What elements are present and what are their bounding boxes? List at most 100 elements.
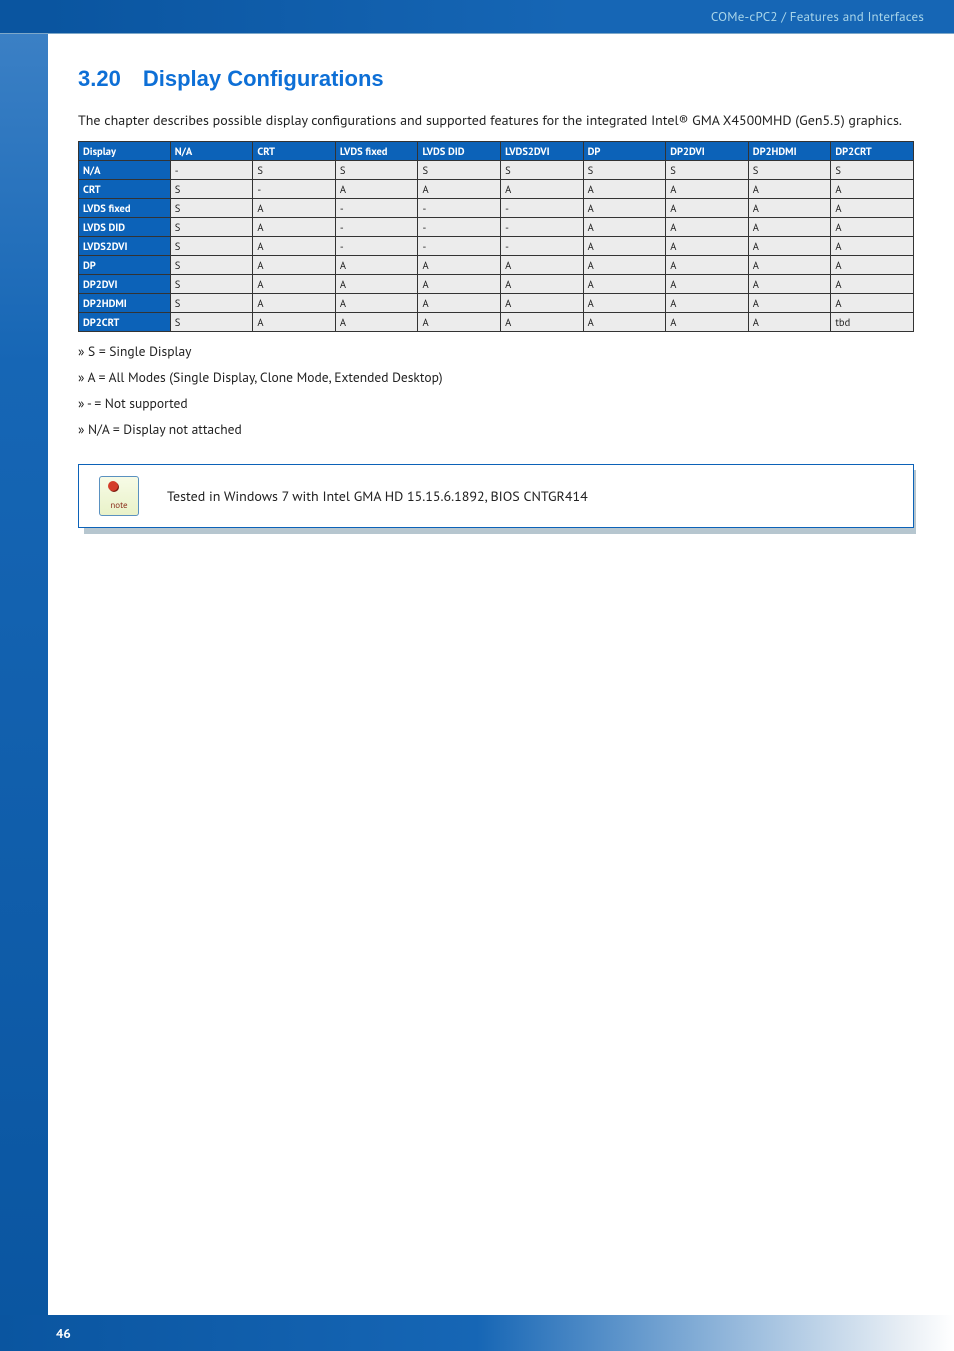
table-cell: - xyxy=(418,237,501,256)
breadcrumb: COMe-cPC2 / Features and Interfaces xyxy=(711,0,924,34)
col-dp2dvi: DP2DVI xyxy=(666,142,749,161)
table-cell: A xyxy=(831,275,914,294)
table-cell: A xyxy=(748,218,831,237)
col-dp2hdmi: DP2HDMI xyxy=(748,142,831,161)
table-cell: A xyxy=(253,275,336,294)
left-accent-band xyxy=(0,34,48,1351)
col-lvds2dvi: LVDS2DVI xyxy=(501,142,584,161)
table-cell: A xyxy=(666,199,749,218)
note-icon: note xyxy=(99,476,139,516)
table-cell: S xyxy=(831,161,914,180)
table-cell: S xyxy=(170,313,253,332)
table-cell: A xyxy=(583,237,666,256)
table-cell: S xyxy=(335,161,418,180)
table-cell: A xyxy=(583,275,666,294)
table-cell: A xyxy=(748,294,831,313)
table-cell: S xyxy=(748,161,831,180)
table-cell: - xyxy=(418,218,501,237)
table-cell: S xyxy=(170,275,253,294)
section-number: 3.20 xyxy=(78,66,121,92)
table-row: N/A-SSSSSSSS xyxy=(79,161,914,180)
table-cell: S xyxy=(170,180,253,199)
col-lvds-did: LVDS DID xyxy=(418,142,501,161)
table-cell: S xyxy=(170,256,253,275)
legend: » S = Single Display » A = All Modes (Si… xyxy=(78,342,914,438)
table-cell: A xyxy=(501,275,584,294)
row-head: LVDS DID xyxy=(79,218,171,237)
table-cell: S xyxy=(170,237,253,256)
page-number: 46 xyxy=(56,1325,71,1342)
table-cell: - xyxy=(335,237,418,256)
col-na: N/A xyxy=(170,142,253,161)
col-dp2crt: DP2CRT xyxy=(831,142,914,161)
table-cell: A xyxy=(335,275,418,294)
row-head: N/A xyxy=(79,161,171,180)
table-cell: A xyxy=(501,294,584,313)
row-head: DP2HDMI xyxy=(79,294,171,313)
table-cell: - xyxy=(418,199,501,218)
col-dp: DP xyxy=(583,142,666,161)
table-row: CRTS-AAAAAAA xyxy=(79,180,914,199)
table-cell: S xyxy=(170,294,253,313)
table-cell: A xyxy=(501,313,584,332)
table-cell: A xyxy=(583,313,666,332)
table-cell: A xyxy=(335,180,418,199)
table-cell: S xyxy=(170,199,253,218)
table-cell: A xyxy=(253,294,336,313)
table-row: LVDS fixedSA---AAAA xyxy=(79,199,914,218)
table-cell: A xyxy=(335,294,418,313)
table-cell: A xyxy=(418,256,501,275)
table-cell: A xyxy=(748,199,831,218)
table-row: DP2HDMISAAAAAAAA xyxy=(79,294,914,313)
table-cell: A xyxy=(583,256,666,275)
table-cell: A xyxy=(666,256,749,275)
table-row: LVDS2DVISA---AAAA xyxy=(79,237,914,256)
table-row: DPSAAAAAAAA xyxy=(79,256,914,275)
table-cell: A xyxy=(748,256,831,275)
table-cell: A xyxy=(418,313,501,332)
table-cell: A xyxy=(831,237,914,256)
table-cell: S xyxy=(666,161,749,180)
table-cell: A xyxy=(253,256,336,275)
table-cell: - xyxy=(253,180,336,199)
table-header: Display N/A CRT LVDS fixed LVDS DID LVDS… xyxy=(79,142,914,161)
table-cell: A xyxy=(253,237,336,256)
col-lvds-fixed: LVDS fixed xyxy=(335,142,418,161)
table-cell: A xyxy=(831,218,914,237)
table-cell: A xyxy=(831,256,914,275)
table-cell: A xyxy=(748,275,831,294)
legend-s: » S = Single Display xyxy=(78,342,914,360)
row-head: DP2DVI xyxy=(79,275,171,294)
pin-icon xyxy=(108,481,118,491)
note-icon-label: note xyxy=(110,500,127,511)
legend-na: » N/A = Display not attached xyxy=(78,420,914,438)
table-cell: A xyxy=(583,218,666,237)
col-crt: CRT xyxy=(253,142,336,161)
table-cell: A xyxy=(666,275,749,294)
table-cell: - xyxy=(501,237,584,256)
table-cell: A xyxy=(666,218,749,237)
table-cell: A xyxy=(666,237,749,256)
table-cell: A xyxy=(253,199,336,218)
table-cell: A xyxy=(253,313,336,332)
table-cell: A xyxy=(583,180,666,199)
table-cell: A xyxy=(418,275,501,294)
table-cell: A xyxy=(748,313,831,332)
intro-paragraph: The chapter describes possible display c… xyxy=(78,110,914,131)
table-cell: A xyxy=(666,294,749,313)
display-config-table: Display N/A CRT LVDS fixed LVDS DID LVDS… xyxy=(78,141,914,332)
table-cell: - xyxy=(501,199,584,218)
table-cell: A xyxy=(335,256,418,275)
table-cell: A xyxy=(418,180,501,199)
section-title-text: Display Configurations xyxy=(143,66,384,91)
table-cell: - xyxy=(501,218,584,237)
table-cell: A xyxy=(748,237,831,256)
note-text: Tested in Windows 7 with Intel GMA HD 15… xyxy=(167,487,588,505)
table-cell: A xyxy=(583,294,666,313)
table-cell: A xyxy=(666,180,749,199)
table-body: N/A-SSSSSSSSCRTS-AAAAAAALVDS fixedSA---A… xyxy=(79,161,914,332)
table-cell: S xyxy=(583,161,666,180)
table-cell: A xyxy=(583,199,666,218)
table-cell: S xyxy=(501,161,584,180)
row-head: CRT xyxy=(79,180,171,199)
